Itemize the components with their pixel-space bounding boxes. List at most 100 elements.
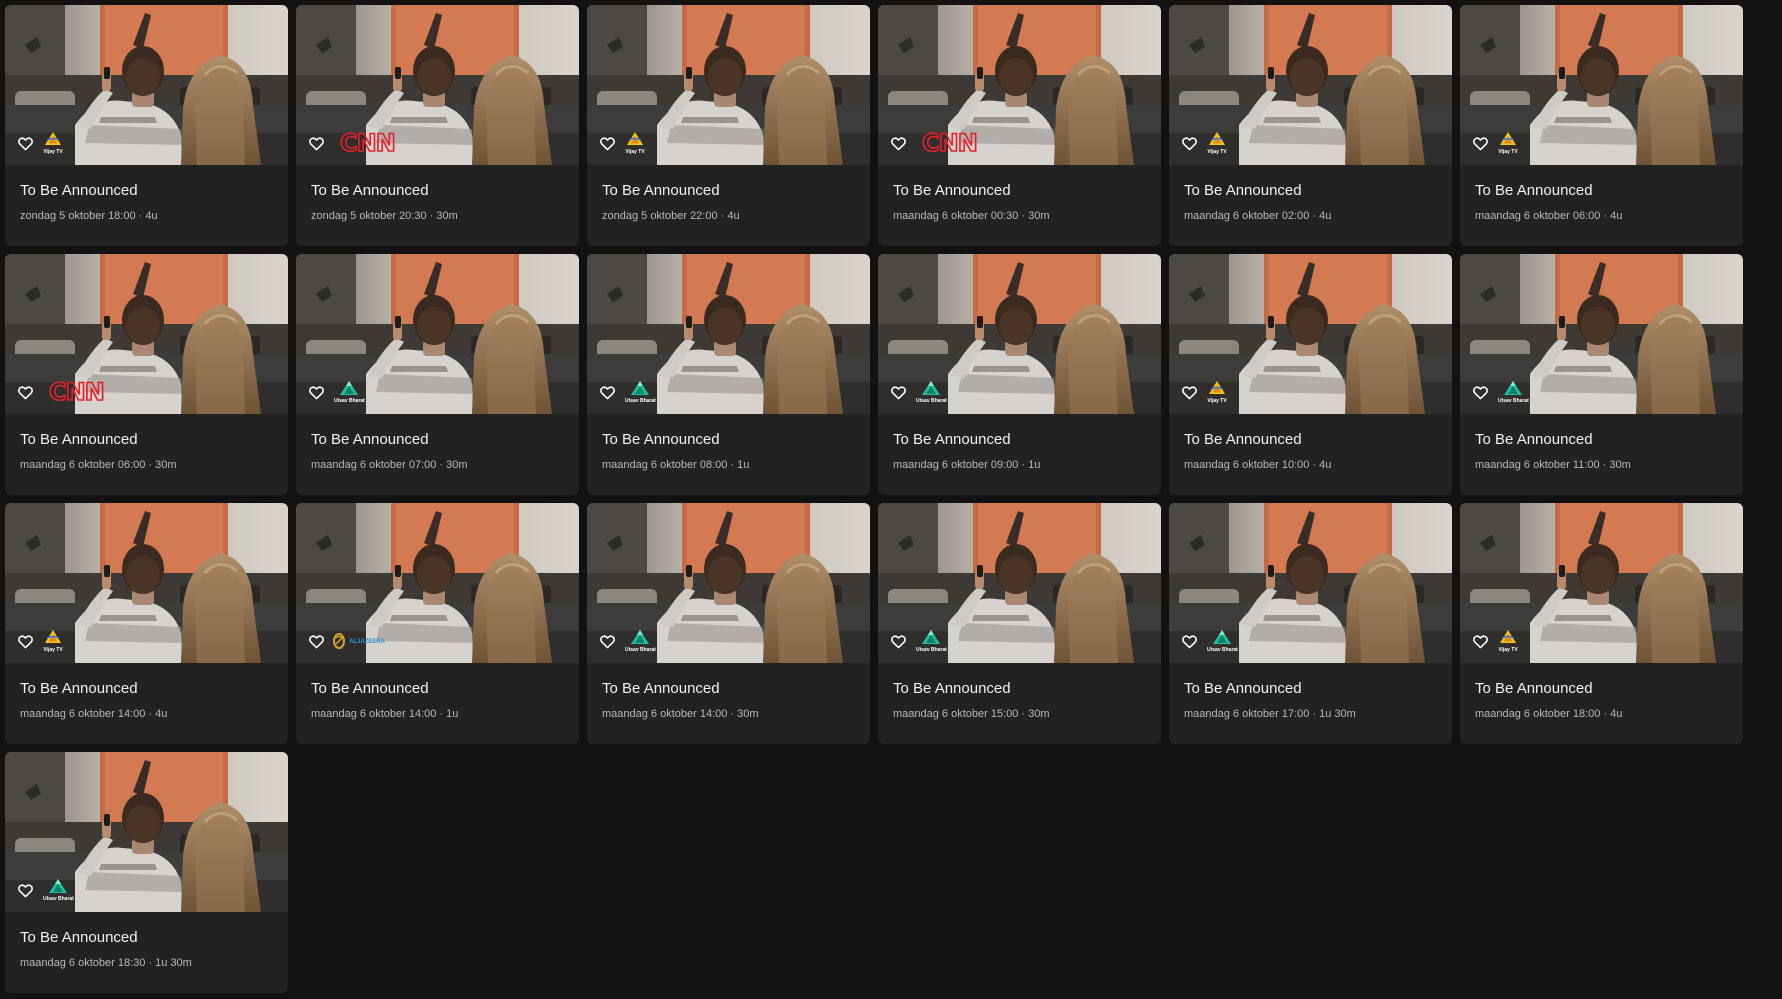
heart-outline-icon[interactable] [1179,382,1199,402]
program-card[interactable]: CNN To Be Announced maandag 6 oktober 06… [5,254,288,495]
vijay-tv-logo-text: Vijay TV [1498,647,1518,653]
program-title: To Be Announced [602,182,720,199]
program-title: To Be Announced [1475,182,1593,199]
program-card[interactable]: Vijay TV To Be Announced maandag 6 oktob… [1169,5,1452,246]
heart-outline-icon[interactable] [1179,631,1199,651]
cnn-logo: CNN [339,129,396,157]
program-thumbnail: CNN [5,254,288,414]
program-card[interactable]: Utsav Bharat To Be Announced maandag 6 o… [878,503,1161,744]
program-schedule: maandag 6 oktober 17:00 · 1u 30m [1184,708,1356,720]
aljazeera-logo-text: ALJAZEERA [349,638,386,645]
program-title: To Be Announced [311,431,429,448]
program-schedule: maandag 6 oktober 09:00 · 1u [893,459,1041,471]
program-thumbnail: Vijay TV [1460,503,1743,663]
heart-outline-icon[interactable] [888,631,908,651]
heart-outline-icon[interactable] [888,133,908,153]
cnn-logo: CNN [48,378,105,406]
utsav-bharat-logo-text: Utsav Bharat [334,398,365,404]
heart-outline-icon[interactable] [597,631,617,651]
program-thumbnail: Utsav Bharat [5,752,288,912]
program-card[interactable]: Vijay TV To Be Announced maandag 6 oktob… [5,503,288,744]
program-schedule: maandag 6 oktober 15:00 · 30m [893,708,1050,720]
program-card[interactable]: Utsav Bharat To Be Announced maandag 6 o… [1169,503,1452,744]
utsav-bharat-logo-text: Utsav Bharat [1498,398,1529,404]
program-card[interactable]: Utsav Bharat To Be Announced maandag 6 o… [296,254,579,495]
utsav-bharat-logo-text: Utsav Bharat [916,647,947,653]
utsav-bharat-logo-text: Utsav Bharat [916,398,947,404]
heart-outline-icon[interactable] [1470,382,1490,402]
heart-outline-icon[interactable] [1179,133,1199,153]
heart-outline-icon[interactable] [1470,133,1490,153]
tv-watching-scene-image [878,5,1161,165]
program-thumbnail: Utsav Bharat [878,254,1161,414]
program-card[interactable]: CNN To Be Announced maandag 6 oktober 00… [878,5,1161,246]
heart-outline-icon[interactable] [597,133,617,153]
utsav-bharat-logo-text: Utsav Bharat [625,398,656,404]
program-title: To Be Announced [1184,182,1302,199]
program-title: To Be Announced [20,680,138,697]
program-card[interactable]: Vijay TV To Be Announced zondag 5 oktobe… [5,5,288,246]
program-thumbnail: Vijay TV [5,503,288,663]
program-card[interactable]: Vijay TV To Be Announced maandag 6 oktob… [1460,503,1743,744]
heart-outline-icon[interactable] [15,133,35,153]
program-schedule: maandag 6 oktober 14:00 · 4u [20,708,168,720]
program-card[interactable]: Vijay TV To Be Announced maandag 6 oktob… [1460,5,1743,246]
vijay-tv-logo: Vijay TV [43,129,63,157]
program-card[interactable]: Utsav Bharat To Be Announced maandag 6 o… [587,254,870,495]
heart-outline-icon[interactable] [15,880,35,900]
heart-outline-icon[interactable] [306,133,326,153]
program-title: To Be Announced [20,182,138,199]
program-title: To Be Announced [311,680,429,697]
program-card[interactable]: Utsav Bharat To Be Announced maandag 6 o… [587,503,870,744]
program-thumbnail: Vijay TV [1169,5,1452,165]
vijay-tv-logo: Vijay TV [1207,129,1227,157]
vijay-tv-logo: Vijay TV [1498,129,1518,157]
program-card[interactable]: Utsav Bharat To Be Announced maandag 6 o… [878,254,1161,495]
program-thumbnail: Vijay TV [587,5,870,165]
utsav-bharat-logo: Utsav Bharat [43,876,74,904]
vijay-tv-logo: Vijay TV [43,627,63,655]
program-schedule: maandag 6 oktober 18:00 · 4u [1475,708,1623,720]
program-thumbnail: Utsav Bharat [296,254,579,414]
program-card[interactable]: Vijay TV To Be Announced zondag 5 oktobe… [587,5,870,246]
program-card[interactable]: Vijay TV To Be Announced maandag 6 oktob… [1169,254,1452,495]
program-schedule: zondag 5 oktober 22:00 · 4u [602,210,740,222]
program-card[interactable]: ALJAZEERA To Be Announced maandag 6 okto… [296,503,579,744]
program-title: To Be Announced [1184,680,1302,697]
vijay-tv-logo: Vijay TV [1207,378,1227,406]
utsav-bharat-logo: Utsav Bharat [916,627,947,655]
program-schedule: maandag 6 oktober 02:00 · 4u [1184,210,1332,222]
program-card[interactable]: Utsav Bharat To Be Announced maandag 6 o… [5,752,288,993]
program-thumbnail: Utsav Bharat [1460,254,1743,414]
program-card[interactable]: CNN To Be Announced zondag 5 oktober 20:… [296,5,579,246]
heart-outline-icon[interactable] [306,382,326,402]
program-thumbnail: Vijay TV [5,5,288,165]
program-schedule: maandag 6 oktober 10:00 · 4u [1184,459,1332,471]
heart-outline-icon[interactable] [15,382,35,402]
vijay-tv-logo-text: Vijay TV [43,647,63,653]
heart-outline-icon[interactable] [597,382,617,402]
heart-outline-icon[interactable] [306,631,326,651]
vijay-tv-logo: Vijay TV [1498,627,1518,655]
program-thumbnail: CNN [296,5,579,165]
utsav-bharat-logo: Utsav Bharat [916,378,947,406]
program-thumbnail: Vijay TV [1169,254,1452,414]
program-schedule: maandag 6 oktober 08:00 · 1u [602,459,750,471]
heart-outline-icon[interactable] [888,382,908,402]
program-title: To Be Announced [893,680,1011,697]
program-schedule: maandag 6 oktober 11:00 · 30m [1475,459,1631,471]
utsav-bharat-logo-text: Utsav Bharat [1207,647,1238,653]
vijay-tv-logo-text: Vijay TV [1207,398,1227,404]
heart-outline-icon[interactable] [15,631,35,651]
program-schedule: zondag 5 oktober 20:30 · 30m [311,210,458,222]
program-schedule: maandag 6 oktober 18:30 · 1u 30m [20,957,192,969]
heart-outline-icon[interactable] [1470,631,1490,651]
program-card[interactable]: Utsav Bharat To Be Announced maandag 6 o… [1460,254,1743,495]
vijay-tv-logo-text: Vijay TV [1207,149,1227,155]
utsav-bharat-logo: Utsav Bharat [625,378,656,406]
program-title: To Be Announced [20,431,138,448]
program-schedule: maandag 6 oktober 14:00 · 30m [602,708,759,720]
utsav-bharat-logo: Utsav Bharat [625,627,656,655]
vijay-tv-logo-text: Vijay TV [43,149,63,155]
utsav-bharat-logo: Utsav Bharat [334,378,365,406]
